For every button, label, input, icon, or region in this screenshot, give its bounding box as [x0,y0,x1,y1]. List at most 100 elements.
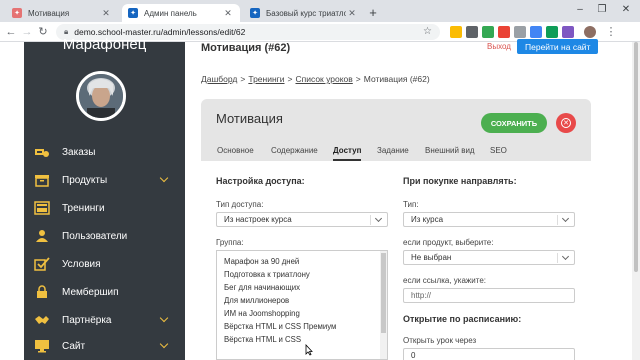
tab-favicon-icon: ✦ [12,8,22,18]
sidebar-item-label: Мембершип [62,286,119,298]
list-item[interactable]: Для миллионеров [224,296,289,305]
select-divider [557,253,558,263]
tab-close-icon[interactable]: ✕ [100,8,112,19]
box-icon [34,173,50,187]
extension-icon[interactable] [530,26,542,38]
tab-main[interactable]: Основное [217,146,254,161]
sidebar-item-label: Продукты [62,174,108,186]
listbox-scrollbar-thumb[interactable] [381,253,386,333]
extension-icon[interactable] [482,26,494,38]
lesson-header-panel: Мотивация СОХРАНИТЬ ✕ Основное Содержани… [201,99,591,161]
tab-appearance[interactable]: Внешний вид [425,146,475,161]
product-value: Не выбран [411,253,452,262]
sidebar-item-label: Пользователи [62,230,128,242]
tab-title: Базовый курс триатлониста [266,8,346,18]
select-divider [370,215,371,225]
list-item[interactable]: Бег для начинающих [224,283,300,292]
access-type-select[interactable]: Из настроек курса [216,212,388,227]
lesson-title: Мотивация [216,111,283,126]
extension-icon[interactable] [498,26,510,38]
extension-icon[interactable] [450,26,462,38]
extension-icon[interactable] [562,26,574,38]
maximize-button[interactable]: ❐ [594,4,610,15]
page-title: Мотивация (#62) [201,42,291,54]
breadcrumb-separator: > [287,74,293,84]
list-item[interactable]: Вёрстка HTML и CSS [224,335,301,344]
tab-access[interactable]: Доступ [333,146,362,161]
window-close-button[interactable]: ✕ [618,4,634,15]
access-type-value: Из настроек курса [224,215,292,224]
page-scrollbar-thumb[interactable] [634,42,638,272]
close-icon: ✕ [561,118,571,128]
browser-tab-motivation[interactable]: ✦ Мотивация ✕ [6,4,118,22]
list-item[interactable]: Подготовка к триатлону [224,270,310,279]
select-divider [557,215,558,225]
breadcrumb-current: Мотивация (#62) [363,74,430,84]
logout-link[interactable]: Выход [487,42,511,51]
redirect-type-value: Из курса [411,215,444,224]
tab-favicon-icon: ✦ [128,8,138,18]
browser-menu-icon[interactable]: ⋮ [604,25,618,39]
bookmark-star-icon[interactable]: ☆ [423,26,432,37]
minimize-button[interactable]: – [572,4,588,15]
sidebar-item-users[interactable]: Пользователи [24,222,185,250]
new-tab-button[interactable]: + [366,6,380,20]
sidebar-item-site[interactable]: Сайт [24,332,185,360]
sidebar-item-trainings[interactable]: Тренинги [24,194,185,222]
goto-site-button[interactable]: Перейти на сайт [517,39,599,54]
chevron-down-icon [159,173,169,183]
sidebar-item-label: Тренинги [62,202,105,214]
list-item[interactable]: Марафон за 90 дней [224,257,299,266]
money-icon [34,145,50,159]
breadcrumb: Дашборд > Тренинги > Список уроков > Мотивация… [201,74,430,84]
main-content: Мотивация (#62) Выход Перейти на сайт Да… [185,39,640,360]
open-after-input[interactable]: 0 [403,348,575,360]
back-arrow-icon[interactable]: ← [4,25,18,39]
sidebar-panel: Марафонец Заказы Продукты Тренинги Польз… [24,36,185,360]
avatar[interactable] [76,71,126,121]
breadcrumb-trainings[interactable]: Тренинги [248,74,284,84]
list-item[interactable]: ИМ на Joomshopping [224,309,300,318]
redirect-type-select[interactable]: Из курса [403,212,575,227]
browser-tab-admin[interactable]: ✦ Админ панель ✕ [122,4,240,22]
sidebar-item-products[interactable]: Продукты [24,166,185,194]
tab-close-icon[interactable]: ✕ [346,8,358,19]
extension-icon[interactable] [466,26,478,38]
extension-icon[interactable] [514,26,526,38]
sidebar-item-label: Заказы [62,146,96,158]
sidebar-item-membership[interactable]: Мембершип [24,278,185,306]
list-item[interactable]: Вёрстка HTML и CSS Премиум [224,322,336,331]
breadcrumb-dashboard[interactable]: Дашборд [201,74,237,84]
product-select[interactable]: Не выбран [403,250,575,265]
open-after-label: Открыть урок через [403,336,477,345]
group-listbox[interactable]: Марафон за 90 дней Подготовка к триатлон… [216,250,388,360]
tab-content[interactable]: Содержание [271,146,318,161]
access-heading: Настройка доступа: [216,176,305,186]
link-input[interactable]: http:// [403,288,575,303]
users-icon [34,229,50,243]
breadcrumb-lessons[interactable]: Список уроков [295,74,352,84]
sidebar-item-orders[interactable]: Заказы [24,138,185,166]
browser-tab-triathlon[interactable]: ✦ Базовый курс триатлониста ✕ [244,4,364,22]
close-button[interactable]: ✕ [556,113,576,133]
redirect-heading: При покупке направлять: [403,176,517,186]
tab-seo[interactable]: SEO [490,146,507,161]
chevron-down-icon [159,339,169,349]
tab-task[interactable]: Задание [377,146,409,161]
save-button[interactable]: СОХРАНИТЬ [481,113,547,133]
breadcrumb-separator: > [355,74,361,84]
extension-icon[interactable] [546,26,558,38]
product-label: если продукт, выберите: [403,238,494,247]
sidebar-item-partners[interactable]: Партнёрка [24,306,185,334]
tab-close-icon[interactable]: ✕ [222,8,234,19]
chevron-down-icon [561,214,570,223]
profile-avatar-icon[interactable] [584,26,596,38]
sidebar-item-label: Партнёрка [62,314,112,326]
sidebar-item-label: Условия [62,258,101,270]
link-label: если ссылка, укажите: [403,276,486,285]
avatar-portrait [79,74,123,118]
chevron-down-icon [561,252,570,261]
tab-title: Админ панель [144,8,197,18]
sidebar: Марафонец Заказы Продукты Тренинги Польз… [0,36,185,360]
sidebar-item-conditions[interactable]: Условия [24,250,185,278]
